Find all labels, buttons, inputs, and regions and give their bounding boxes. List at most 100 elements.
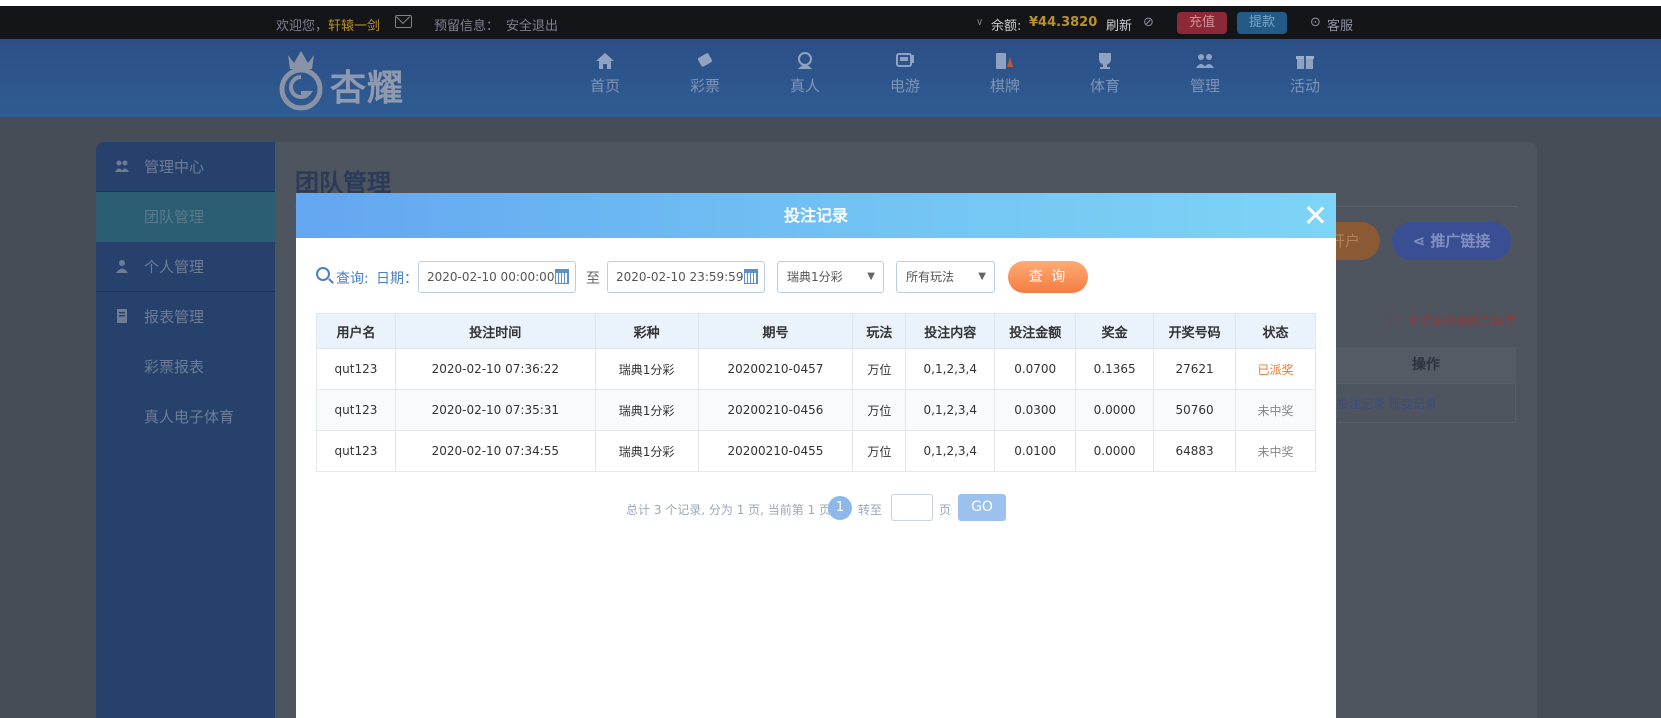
date-from-input[interactable]: 2020-02-10 00:00:00 [418, 261, 576, 293]
column-header[interactable]: 开奖号码 [1153, 313, 1237, 349]
status-badge: 已派奖 [1235, 348, 1316, 390]
caret-down-icon: ▼ [867, 271, 875, 282]
table-cell: 50760 [1153, 389, 1237, 431]
users-icon [115, 160, 129, 172]
operation-links-text[interactable]: 投注记录 账变记录 [1337, 397, 1437, 411]
site-logo[interactable]: 杏耀 [276, 47, 421, 111]
username-link[interactable]: 轩辕一剑 [328, 15, 380, 34]
table-cell: qut123 [316, 430, 396, 472]
lottery-select[interactable]: 瑞典1分彩 ▼ [777, 261, 884, 293]
goto-page-input[interactable] [891, 494, 933, 521]
nav-live[interactable]: 真人 [770, 51, 840, 96]
status-badge: 未中奖 [1235, 430, 1316, 472]
close-icon[interactable] [1304, 204, 1326, 226]
nav-label: 棋牌 [989, 77, 1020, 95]
pagination: 总计 3 个记录, 分为 1 页, 当前第 1 页 1 转至 页 GO [296, 493, 1336, 521]
live-icon [798, 52, 812, 69]
nav-slot[interactable]: 电游 [870, 51, 940, 96]
nav-home[interactable]: 首页 [570, 51, 640, 96]
balance-value: ¥44.3820 [1029, 15, 1098, 30]
calendar-icon[interactable] [555, 269, 569, 284]
mail-icon[interactable] [395, 15, 412, 28]
gift-icon [1296, 56, 1314, 69]
nav-manage[interactable]: 管理 [1170, 51, 1240, 96]
table-cell: 2020-02-10 07:35:31 [394, 389, 596, 431]
table-row: qut123 2020-02-10 07:35:31 瑞典1分彩 2020021… [316, 389, 1316, 431]
table-row: qut123 2020-02-10 07:34:55 瑞典1分彩 2020021… [316, 430, 1316, 472]
table-cell: 20200210-0456 [697, 389, 854, 431]
table-cell: 0,1,2,3,4 [905, 389, 996, 431]
table-cell: 27621 [1153, 348, 1237, 390]
chevron-down-icon[interactable]: ∨ [976, 17, 983, 28]
column-header[interactable]: 状态 [1235, 313, 1316, 349]
nav-label: 电游 [889, 77, 920, 95]
nav-lottery[interactable]: 彩票 [670, 51, 740, 96]
sidebar-item-team-management[interactable]: 团队管理 [96, 192, 275, 242]
main-header: 杏耀 首页 彩票 真人 电游 棋牌 体育 管理 活动 [0, 39, 1661, 117]
search-icon [316, 267, 330, 281]
play-select-value: 所有玩法 [906, 270, 955, 284]
nav-label: 管理 [1189, 77, 1220, 95]
query-button[interactable]: 查 询 [1008, 261, 1088, 293]
table-cell: 万位 [852, 389, 907, 431]
recharge-button[interactable]: 充值 [1177, 12, 1228, 34]
refresh-link[interactable]: 刷新 [1106, 15, 1132, 34]
share-icon: ⋖ [1412, 232, 1431, 250]
to-label: 至 [586, 271, 600, 287]
balance-label: 余额: [991, 19, 1022, 34]
table-cell: 2020-02-10 07:36:22 [394, 348, 596, 390]
sidebar-item-report-management[interactable]: 报表管理 [96, 292, 275, 342]
column-header[interactable]: 彩种 [594, 313, 699, 349]
go-button[interactable]: GO [958, 494, 1006, 521]
table-row: qut123 2020-02-10 07:36:22 瑞典1分彩 2020021… [316, 348, 1316, 390]
column-header[interactable]: 投注内容 [905, 313, 996, 349]
table-cell: 0.0300 [994, 389, 1077, 431]
sidebar-item-label: 报表管理 [144, 308, 205, 326]
column-header[interactable]: 玩法 [852, 313, 907, 349]
promo-link-button[interactable]: ⋖ 推广链接 [1392, 222, 1511, 260]
sidebar: 管理中心 团队管理 个人管理 报表管理 彩票报表 真人电子体育 [96, 142, 275, 718]
chat-icon[interactable]: ⊙ [1310, 15, 1321, 30]
table-header-row: 用户名 投注时间 彩种 期号 玩法 投注内容 投注金额 奖金 开奖号码 状态 [316, 313, 1316, 349]
play-type-select[interactable]: 所有玩法 ▼ [896, 261, 995, 293]
table-cell: 瑞典1分彩 [594, 348, 699, 390]
eye-off-icon[interactable]: ⊘ [1143, 15, 1154, 30]
table-cell: qut123 [316, 389, 396, 431]
service-link[interactable]: 客服 [1327, 15, 1353, 34]
date-to-input[interactable]: 2020-02-10 23:59:59 [607, 261, 765, 293]
reserved-info-label: 预留信息： [434, 19, 500, 34]
table-cell: 0.0700 [994, 348, 1077, 390]
sidebar-item-label: 团队管理 [144, 208, 205, 226]
table-cell: 2020-02-10 07:34:55 [394, 430, 596, 472]
column-header[interactable]: 投注时间 [394, 313, 596, 349]
sidebar-item-live-sports[interactable]: 真人电子体育 [96, 392, 275, 442]
user-icon [116, 260, 128, 273]
column-header[interactable]: 投注金额 [994, 313, 1077, 349]
column-header[interactable]: 期号 [697, 313, 854, 349]
sidebar-item-personal-management[interactable]: 个人管理 [96, 242, 275, 292]
nav-chess[interactable]: 棋牌 [970, 51, 1040, 96]
calendar-icon[interactable] [744, 269, 758, 284]
sidebar-item-label: 真人电子体育 [144, 408, 235, 426]
sidebar-item-management-center[interactable]: 管理中心 [96, 142, 275, 192]
sidebar-item-lottery-report[interactable]: 彩票报表 [96, 342, 275, 392]
table-cell: 0,1,2,3,4 [905, 430, 996, 472]
operation-links[interactable]: 投注记录 账变记录 [1336, 383, 1516, 423]
table-cell: 瑞典1分彩 [594, 430, 699, 472]
nav-events[interactable]: 活动 [1270, 51, 1340, 96]
column-header[interactable]: 用户名 [316, 313, 396, 349]
logout-link[interactable]: 安全退出 [506, 15, 558, 34]
nav-label: 真人 [789, 77, 820, 95]
column-header[interactable]: 奖金 [1075, 313, 1155, 349]
table-cell: 0.1365 [1075, 348, 1155, 390]
pagination-summary: 总计 3 个记录, 分为 1 页, 当前第 1 页 [626, 503, 832, 517]
table-cell: 万位 [852, 348, 907, 390]
nav-sports[interactable]: 体育 [1070, 51, 1140, 96]
chess-icon [996, 53, 1013, 69]
current-page-button[interactable]: 1 [828, 496, 852, 520]
withdraw-button[interactable]: 提款 [1237, 12, 1288, 34]
modal-header: 投注记录 [296, 193, 1336, 238]
operation-header: 操作 [1336, 347, 1516, 383]
nav-label: 活动 [1289, 77, 1320, 95]
table-cell: 万位 [852, 430, 907, 472]
